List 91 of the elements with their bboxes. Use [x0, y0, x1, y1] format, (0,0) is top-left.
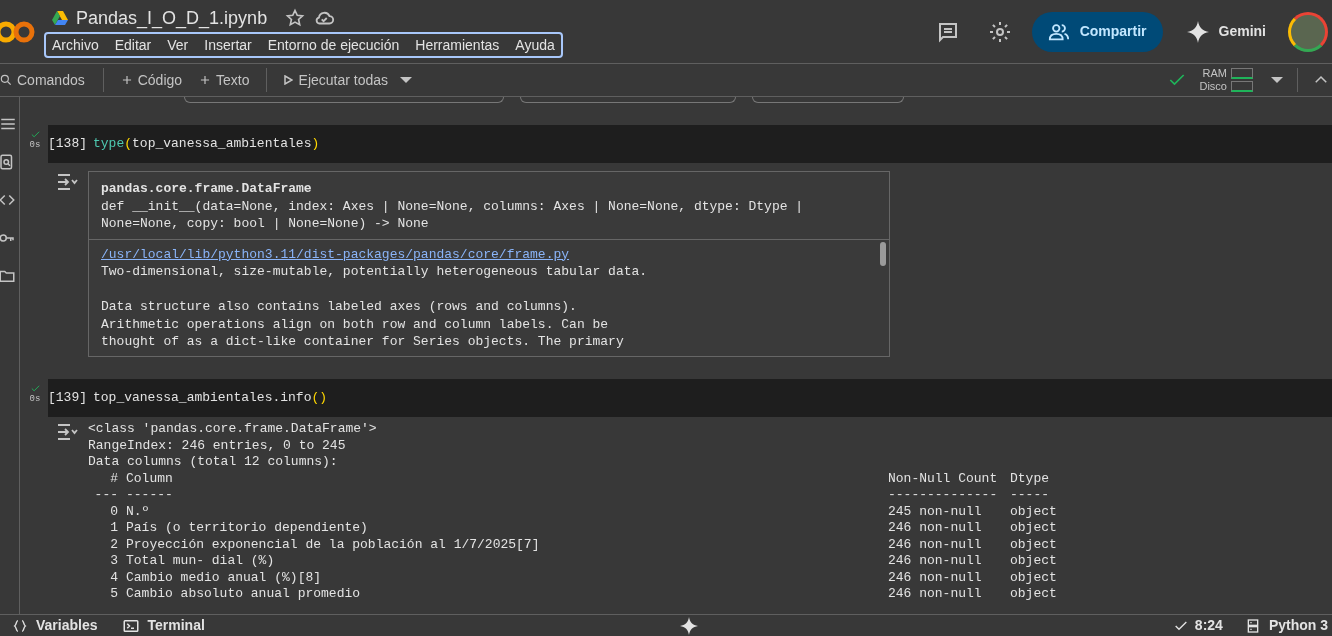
- info-row-index: 4: [109, 569, 119, 586]
- info-row-column: Total mun- dial (%): [126, 553, 888, 570]
- execution-status[interactable]: 8:24: [1172, 615, 1223, 636]
- code-line: top_vanessa_ambientales.info(): [93, 389, 328, 408]
- info-row-dtype: object: [1010, 520, 1057, 537]
- braces-icon: [12, 617, 28, 634]
- info-row-count: 246 non-null: [888, 553, 983, 570]
- header-column: Column: [126, 470, 888, 487]
- terminal-button[interactable]: Terminal: [121, 615, 205, 636]
- code-cell[interactable]: [138] type(top_vanessa_ambientales): [48, 125, 1332, 163]
- execution-time: 0s: [29, 140, 41, 150]
- info-row-dtype: object: [1010, 503, 1057, 520]
- info-row-column: N.º: [126, 503, 888, 520]
- execution-count: [139]: [48, 389, 87, 408]
- colab-logo: [0, 19, 36, 44]
- add-text-button[interactable]: Texto: [198, 69, 250, 91]
- separator-index: ---: [93, 487, 119, 504]
- docstring-line: Data structure also contains labeled axes (rows and columns).: [101, 298, 578, 316]
- separator-count: --------------: [888, 487, 999, 504]
- menu-item[interactable]: Herramientas: [415, 34, 500, 56]
- last-run-time: 8:24: [1194, 616, 1223, 635]
- scrollbar[interactable]: [880, 241, 886, 266]
- info-row-column: Proyección exponencial de la población al 1/7/2025[7]: [126, 536, 888, 553]
- share-button[interactable]: Compartir: [1031, 11, 1163, 52]
- drive-icon: [52, 11, 68, 25]
- code-cell[interactable]: [139] top_vanessa_ambientales.info(): [48, 379, 1332, 417]
- output-line: RangeIndex: 246 entries, 0 to 245: [88, 437, 347, 454]
- separator-column: ------: [126, 487, 888, 504]
- sparkle-icon: [1186, 20, 1209, 43]
- output-toggle-icon[interactable]: [56, 423, 78, 441]
- play-icon: [282, 75, 293, 85]
- header-index: #: [109, 470, 119, 487]
- execution-time: 0s: [29, 394, 41, 404]
- settings-icon: [987, 19, 1012, 44]
- output-toggle-icon[interactable]: [56, 173, 78, 191]
- info-row-column: Cambio absoluto anual promedio: [126, 586, 888, 603]
- output-line: <class 'pandas.core.frame.DataFrame'>: [88, 421, 378, 438]
- run-all-button[interactable]: Ejecutar todas: [282, 69, 389, 91]
- ram-label: RAM: [1201, 67, 1227, 80]
- sparkle-icon[interactable]: [679, 616, 698, 635]
- info-row-index: 3: [109, 553, 119, 570]
- info-row-column: País (o territorio dependiente): [126, 520, 888, 537]
- info-row-count: 246 non-null: [888, 586, 983, 603]
- output-line: Data columns (total 12 columns):: [88, 454, 339, 471]
- disk-meter: [1231, 81, 1253, 92]
- header-count: Non-Null Count: [888, 470, 999, 487]
- avatar[interactable]: [1288, 11, 1328, 52]
- header-dtype: Dtype: [1010, 470, 1050, 487]
- info-row-index: 2: [109, 536, 119, 553]
- code-line: type(top_vanessa_ambientales): [93, 135, 320, 154]
- check-icon: [29, 383, 41, 394]
- docstring-line: thought of as a dict-like container for Series objects. The primary: [101, 333, 625, 351]
- docstring-line: Arithmetic operations align on both row and column labels. Can be: [101, 315, 610, 333]
- constructor-signature: def __init__(data=None, index: Axes | None=None, columns: Axes | None=None, dtype: Dtype | None=None, copy: bool | None=None) -> None: [101, 197, 805, 233]
- info-row-count: 245 non-null: [888, 503, 983, 520]
- info-row-count: 246 non-null: [888, 536, 983, 553]
- info-row-count: 246 non-null: [888, 569, 983, 586]
- separator-dtype: -----: [1010, 487, 1050, 504]
- menu-item[interactable]: Ayuda: [515, 34, 555, 56]
- variables-button[interactable]: Variables: [12, 615, 98, 636]
- dropdown-icon[interactable]: [400, 77, 413, 83]
- runtime-status[interactable]: Python 3: [1244, 615, 1328, 636]
- info-row-dtype: object: [1010, 586, 1057, 603]
- dropdown-icon[interactable]: [1271, 77, 1283, 83]
- gemini-button[interactable]: Gemini: [1186, 20, 1266, 43]
- ram-meter: [1231, 68, 1253, 79]
- add-code-button[interactable]: Código: [119, 69, 183, 91]
- menu-item[interactable]: Insertar: [204, 34, 252, 56]
- menu-item[interactable]: Archivo: [52, 34, 99, 56]
- info-row-index: 0: [109, 503, 119, 520]
- star-icon[interactable]: [285, 8, 306, 28]
- info-row-dtype: object: [1010, 553, 1057, 570]
- info-row-dtype: object: [1010, 569, 1057, 586]
- commands-button[interactable]: Comandos: [0, 69, 87, 91]
- info-row-column: Cambio medio anual (%)[8]: [126, 569, 888, 586]
- class-name: pandas.core.frame.DataFrame: [101, 180, 313, 198]
- menu-item[interactable]: Ver: [167, 34, 189, 56]
- notebook-title[interactable]: Pandas_I_O_D_1.ipynb: [76, 4, 268, 32]
- runtime-name: Python 3: [1268, 616, 1328, 635]
- info-row-dtype: object: [1010, 536, 1057, 553]
- info-row-index: 5: [109, 586, 119, 603]
- docstring-line: Two-dimensional, size-mutable, potentially heterogeneous tabular data.: [101, 263, 649, 281]
- info-row-count: 246 non-null: [888, 520, 983, 537]
- disk-label: Disco: [1199, 80, 1227, 93]
- check-icon: [29, 129, 41, 140]
- search-icon: [0, 73, 13, 87]
- execution-count: [138]: [48, 135, 87, 154]
- info-row-index: 1: [109, 520, 119, 537]
- source-link[interactable]: /usr/local/lib/python3.11/dist-packages/pandas/core/frame.py: [101, 246, 570, 262]
- menu-item[interactable]: Entorno de ejecución: [267, 34, 400, 56]
- menu-item[interactable]: Editar: [114, 34, 152, 56]
